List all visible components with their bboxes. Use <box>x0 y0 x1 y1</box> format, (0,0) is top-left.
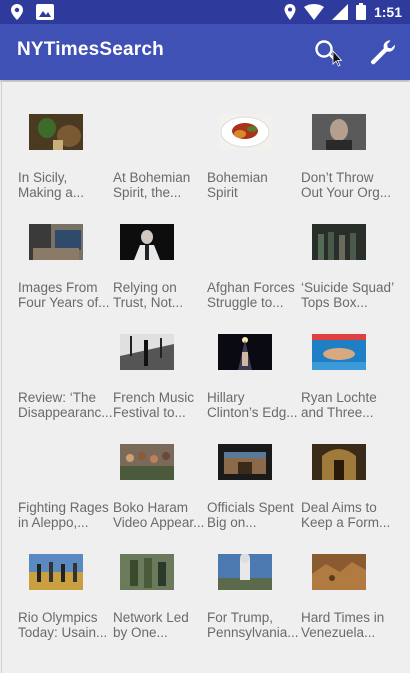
article-thumbnail <box>312 554 366 590</box>
article-headline: For Trump, Pennsylvania... <box>207 610 299 640</box>
article-headline: Rio Olympics Today: Usain... <box>18 610 108 640</box>
article-grid: In Sicily, Making a... At Bohemian Spirit… <box>1 82 410 673</box>
wrench-icon <box>370 40 395 65</box>
article-thumbnail <box>312 444 366 480</box>
battery-icon <box>355 3 366 20</box>
article-card[interactable]: Fighting Rages in Aleppo,... <box>18 412 113 530</box>
app-title: NYTimesSearch <box>17 39 164 60</box>
article-thumbnail <box>29 114 83 150</box>
article-card[interactable]: Relying on Trust, Not... <box>113 192 208 310</box>
article-thumbnail <box>29 224 83 260</box>
wifi-icon <box>303 3 324 20</box>
article-card[interactable]: French Music Festival to... <box>113 302 208 420</box>
location-pin-icon <box>11 4 23 20</box>
article-card[interactable]: Officials Spent Big on... <box>207 412 302 530</box>
status-time: 1:51 <box>373 3 402 20</box>
article-card[interactable]: Hard Times in Venezuela... <box>301 522 396 640</box>
article-card[interactable]: Images From Four Years of... <box>18 192 113 310</box>
article-card[interactable]: Network Led by One... <box>113 522 208 640</box>
article-card[interactable]: Afghan Forces Struggle to... <box>207 192 302 310</box>
article-card[interactable]: Ryan Lochte and Three... <box>301 302 396 420</box>
image-notification-icon <box>36 4 54 20</box>
article-headline: Network Led by One... <box>113 610 189 640</box>
article-thumbnail <box>312 224 366 260</box>
search-icon <box>315 40 343 67</box>
article-card[interactable]: In Sicily, Making a... <box>18 82 113 200</box>
app-bar: NYTimesSearch <box>0 24 410 80</box>
article-thumbnail <box>312 334 366 370</box>
article-thumbnail <box>120 224 174 260</box>
article-card[interactable]: Review: ‘The Disappearanc... <box>18 302 113 420</box>
article-thumbnail <box>218 114 272 150</box>
article-card[interactable]: At Bohemian Spirit, the... <box>113 82 208 200</box>
article-headline: Hard Times in Venezuela... <box>301 610 385 640</box>
article-thumbnail <box>29 554 83 590</box>
article-card[interactable]: ‘Suicide Squad’ Tops Box... <box>301 192 396 310</box>
settings-button[interactable] <box>366 36 398 68</box>
article-card[interactable]: Bohemian Spirit <box>207 82 302 200</box>
article-thumbnail <box>218 554 272 590</box>
cellular-signal-icon <box>331 3 348 20</box>
article-thumbnail <box>312 114 366 150</box>
article-thumbnail <box>218 444 272 480</box>
article-card[interactable]: Don’t Throw Out Your Org... <box>301 82 396 200</box>
article-thumbnail <box>120 334 174 370</box>
search-button[interactable] <box>311 36 343 68</box>
article-card[interactable]: For Trump, Pennsylvania... <box>207 522 302 640</box>
article-card[interactable]: Deal Aims to Keep a Form... <box>301 412 396 530</box>
article-card[interactable]: Hillary Clinton’s Edg... <box>207 302 302 420</box>
article-thumbnail <box>218 334 272 370</box>
status-bar: 1:51 <box>0 0 410 24</box>
article-card[interactable]: Boko Haram Video Appear... <box>113 412 208 530</box>
article-card[interactable]: Rio Olympics Today: Usain... <box>18 522 113 640</box>
article-thumbnail <box>120 444 174 480</box>
article-thumbnail <box>120 554 174 590</box>
location-icon <box>284 3 296 20</box>
